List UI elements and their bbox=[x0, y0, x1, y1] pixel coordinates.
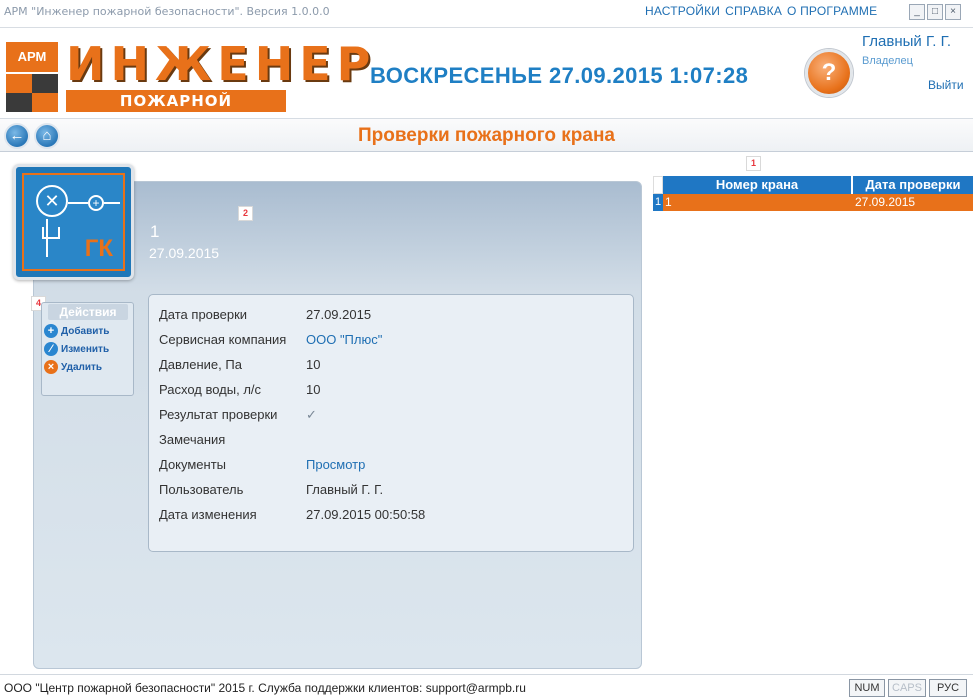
detail-value: Главный Г. Г. bbox=[306, 482, 384, 497]
user-name: Главный Г. Г. bbox=[862, 33, 952, 50]
detail-row-remarks: Замечания bbox=[159, 432, 306, 447]
menu-about[interactable]: О ПРОГРАММЕ bbox=[787, 4, 877, 18]
add-label: Добавить bbox=[61, 325, 110, 337]
grid-row-indicator[interactable]: 1 bbox=[653, 194, 663, 211]
detail-value: 27.09.2015 bbox=[306, 307, 372, 322]
minimize-button[interactable]: _ bbox=[909, 4, 925, 20]
main-area: ✕ + ГК 1 27.09.2015 2 1 3 4 Действия + Д… bbox=[0, 152, 973, 674]
detail-label: Результат проверки bbox=[159, 407, 278, 422]
record-date: 27.09.2015 bbox=[149, 245, 220, 261]
hydrant-tile-inner: ✕ + ГК bbox=[22, 173, 125, 271]
logo-word-fire-safety: ПОЖАРНОЙ БЕЗОПАСНОСТИ bbox=[66, 90, 286, 132]
status-text: ООО "Центр пожарной безопасности" 2015 г… bbox=[4, 681, 526, 695]
logo-squares bbox=[6, 74, 58, 112]
valve-icon: + bbox=[88, 195, 104, 211]
add-icon: + bbox=[44, 324, 58, 338]
detail-row-check-date: Дата проверки 27.09.2015 bbox=[159, 307, 371, 322]
window-title: АРМ "Инженер пожарной безопасности". Вер… bbox=[4, 5, 330, 18]
tools-icon: ✕ bbox=[36, 185, 68, 217]
detail-row-documents: Документы Просмотр bbox=[159, 457, 365, 472]
detail-value: 27.09.2015 00:50:58 bbox=[306, 507, 426, 522]
marker-badge-1: 1 bbox=[746, 156, 761, 171]
detail-label: Документы bbox=[159, 457, 227, 472]
page-title: Проверки пожарного крана bbox=[357, 125, 615, 146]
grid-cell-hydrant-number[interactable]: 1 bbox=[663, 194, 853, 211]
detail-row-pressure: Давление, Па 10 bbox=[159, 357, 320, 372]
detail-label: Расход воды, л/с bbox=[159, 382, 262, 397]
language-indicator: РУС bbox=[929, 679, 967, 697]
detail-value: 10 bbox=[306, 357, 321, 372]
detail-row-user: Пользователь Главный Г. Г. bbox=[159, 482, 383, 497]
menu-settings[interactable]: НАСТРОЙКИ bbox=[645, 4, 720, 18]
fire-hydrant-tile: ✕ + ГК bbox=[13, 164, 134, 280]
top-menu: НАСТРОЙКИ СПРАВКА О ПРОГРАММЕ bbox=[645, 4, 882, 18]
details-panel: Дата проверки 27.09.2015 Сервисная компа… bbox=[148, 294, 634, 552]
help-button[interactable]: ? bbox=[805, 49, 853, 97]
detail-row-water-flow: Расход воды, л/с 10 bbox=[159, 382, 320, 397]
detail-label: Давление, Па bbox=[159, 357, 242, 372]
app-logo: АРМ ИНЖЕНЕР ПОЖАРНОЙ БЕЗОПАСНОСТИ bbox=[6, 41, 370, 132]
current-datetime: ВОСКРЕСЕНЬЕ 27.09.2015 1:07:28 bbox=[370, 63, 749, 88]
delete-button[interactable]: × Удалить bbox=[44, 360, 102, 374]
documents-view-link[interactable]: Просмотр bbox=[306, 457, 365, 472]
detail-label: Пользователь bbox=[159, 482, 244, 497]
delete-icon: × bbox=[44, 360, 58, 374]
window-controls: _ □ × bbox=[909, 4, 961, 20]
menu-help[interactable]: СПРАВКА bbox=[725, 4, 782, 18]
add-button[interactable]: + Добавить bbox=[44, 324, 109, 338]
logo-arm: АРМ bbox=[6, 42, 58, 72]
user-role: Владелец bbox=[862, 55, 913, 67]
num-lock-indicator: NUM bbox=[849, 679, 885, 697]
logout-link[interactable]: Выйти bbox=[928, 78, 964, 92]
delete-label: Удалить bbox=[61, 361, 103, 373]
detail-row-modified: Дата изменения 27.09.2015 00:50:58 bbox=[159, 507, 425, 522]
detail-row-result: Результат проверки ✓ bbox=[159, 407, 317, 423]
detail-label: Замечания bbox=[159, 432, 226, 447]
grid-corner bbox=[653, 176, 663, 194]
header: АРМ ИНЖЕНЕР ПОЖАРНОЙ БЕЗОПАСНОСТИ ВОСКРЕ… bbox=[0, 28, 973, 132]
detail-label: Сервисная компания bbox=[159, 332, 287, 347]
tile-label: ГК bbox=[84, 235, 113, 262]
nav-bar: ← ⌂ Проверки пожарного крана bbox=[0, 118, 973, 152]
grid-header-check-date[interactable]: Дата проверки bbox=[853, 176, 973, 194]
grid-cell-check-date[interactable]: 27.09.2015 bbox=[853, 194, 973, 211]
edit-button[interactable]: ⁄ Изменить bbox=[44, 342, 109, 356]
detail-value: 10 bbox=[306, 382, 321, 397]
grid-header-hydrant-number[interactable]: Номер крана bbox=[663, 176, 851, 194]
title-bar: АРМ "Инженер пожарной безопасности". Вер… bbox=[0, 0, 973, 28]
caps-lock-indicator: CAPS bbox=[888, 679, 926, 697]
edit-label: Изменить bbox=[61, 343, 110, 355]
detail-row-service-company: Сервисная компания ООО "Плюс" bbox=[159, 332, 382, 347]
close-button[interactable]: × bbox=[945, 4, 961, 20]
result-checkbox: ✓ bbox=[306, 407, 317, 422]
detail-label: Дата проверки bbox=[159, 307, 248, 322]
actions-panel: Действия + Добавить ⁄ Изменить × Удалить bbox=[41, 302, 134, 396]
detail-label: Дата изменения bbox=[159, 507, 257, 522]
logo-word-engineer: ИНЖЕНЕР bbox=[66, 37, 377, 91]
service-company-link[interactable]: ООО "Плюс" bbox=[306, 332, 382, 347]
marker-badge-2: 2 bbox=[238, 206, 253, 221]
record-id: 1 bbox=[150, 222, 160, 241]
status-bar: ООО "Центр пожарной безопасности" 2015 г… bbox=[0, 674, 973, 700]
actions-title: Действия bbox=[48, 304, 128, 320]
maximize-button[interactable]: □ bbox=[927, 4, 943, 20]
edit-icon: ⁄ bbox=[44, 342, 58, 356]
hydrant-checks-grid: Номер крана Дата проверки 1 1 27.09.2015 bbox=[653, 176, 973, 224]
